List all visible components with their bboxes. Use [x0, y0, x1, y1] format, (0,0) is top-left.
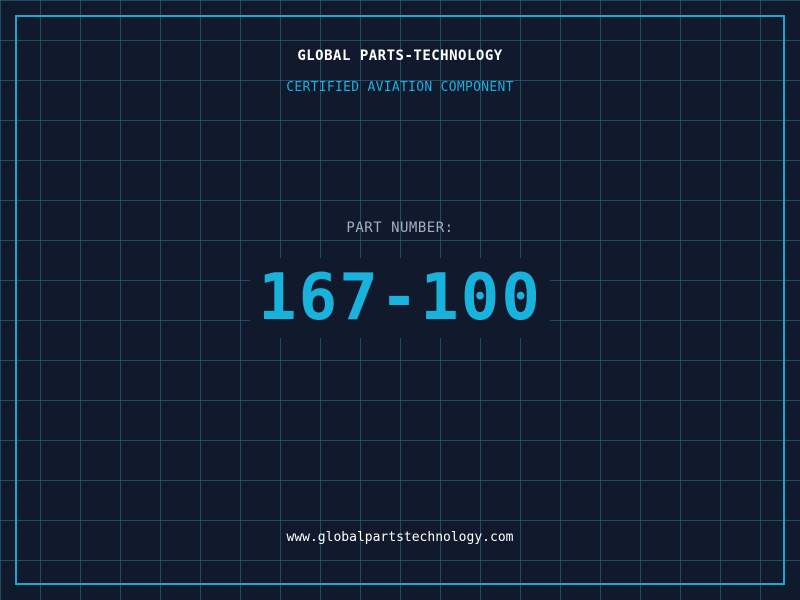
certification-tagline: CERTIFIED AVIATION COMPONENT	[286, 80, 514, 95]
certificate-canvas: GLOBAL PARTS-TECHNOLOGY CERTIFIED AVIATI…	[0, 0, 800, 600]
part-number-value: 167-100	[250, 258, 550, 338]
part-number-label: PART NUMBER:	[346, 220, 454, 236]
website-url: www.globalpartstechnology.com	[286, 530, 514, 545]
part-number-container: 167-100	[0, 258, 800, 338]
company-name: GLOBAL PARTS-TECHNOLOGY	[297, 48, 503, 64]
